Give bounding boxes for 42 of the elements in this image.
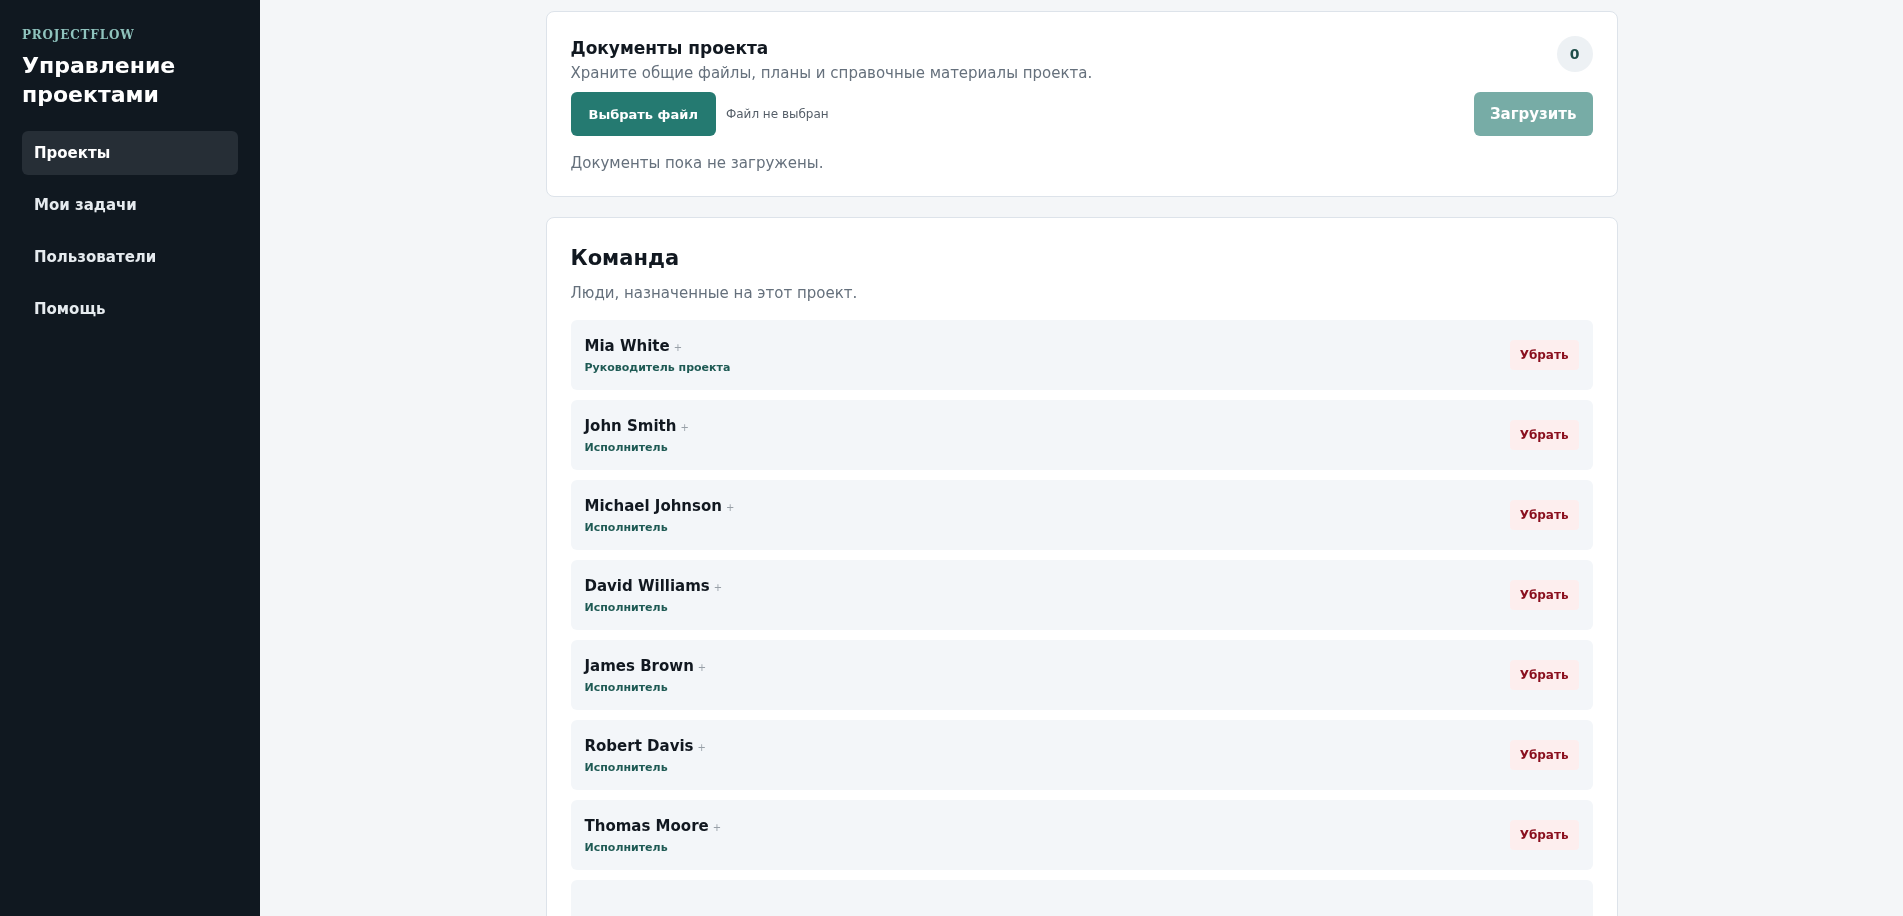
remove-button[interactable]: Убрать [1509, 740, 1579, 770]
remove-button[interactable]: Убрать [1509, 820, 1579, 850]
member-role: Исполнитель [584, 840, 668, 854]
remove-button[interactable]: Убрать [1509, 420, 1579, 450]
remove-button[interactable]: Убрать [1509, 500, 1579, 530]
member-name: John Smith [584, 416, 677, 435]
plus-icon: + [697, 741, 706, 753]
member-role: Исполнитель [584, 520, 668, 534]
sidebar-title: Управление проектами [22, 52, 177, 109]
member-role: Исполнитель [584, 760, 668, 774]
member-name: James Brown [584, 656, 694, 675]
nav-item[interactable]: Помощь [22, 287, 238, 332]
file-status: Файл не выбран [725, 107, 830, 121]
choose-file-button[interactable]: Выбрать файл [570, 92, 716, 136]
card-title: Документы проекта [570, 38, 770, 58]
plus-icon: + [680, 421, 689, 433]
member-name: Thomas Moore [584, 816, 709, 835]
member-role: Исполнитель [584, 440, 668, 454]
plus-icon: + [712, 821, 722, 833]
plus-icon: + [673, 341, 682, 353]
member-role: Исполнитель [584, 600, 668, 614]
nav-item[interactable]: Проекты [22, 131, 238, 176]
brand-label: PROJECTFLOW [22, 28, 135, 42]
member-role: Руководитель проекта [584, 360, 731, 374]
empty-message: Документы пока не загружены. [570, 154, 825, 172]
remove-button[interactable]: Убрать [1509, 340, 1579, 370]
nav-item[interactable]: Пользователи [22, 235, 238, 280]
member-name: Mia White [584, 336, 670, 355]
plus-icon: + [697, 661, 707, 673]
card-subtitle: Храните общие файлы, планы и справочные материалы проекта. [570, 64, 1093, 82]
remove-button[interactable]: Убрать [1509, 660, 1579, 690]
card-title: Команда [570, 246, 681, 270]
member-name: Robert Davis [584, 736, 694, 755]
nav-item[interactable]: Мои задачи [22, 183, 238, 228]
remove-button[interactable]: Убрать [1509, 580, 1579, 610]
member-role: Исполнитель [584, 680, 668, 694]
plus-icon: + [725, 501, 735, 513]
card-subtitle: Люди, назначенные на этот проект. [570, 284, 859, 302]
member-name: David Williams [584, 576, 710, 595]
plus-icon: + [713, 581, 723, 593]
member-name: Michael Johnson [584, 496, 722, 515]
count-badge: 0 [1556, 36, 1593, 72]
